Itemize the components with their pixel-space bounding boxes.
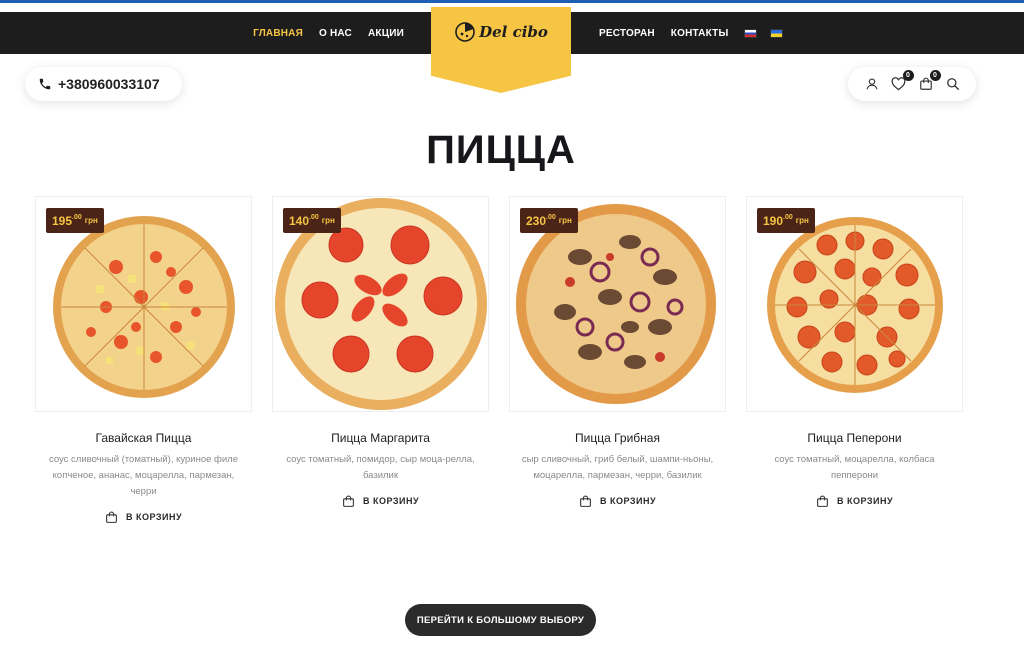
price-badge: 195.00 грн bbox=[46, 208, 104, 233]
account-button[interactable] bbox=[864, 76, 880, 92]
phone-number: +380960033107 bbox=[58, 76, 160, 92]
product-card: 140.00 грн Пицца Маргарита соус томатный,… bbox=[272, 196, 489, 509]
phone-contact[interactable]: +380960033107 bbox=[25, 67, 182, 101]
product-name[interactable]: Пицца Грибная bbox=[509, 431, 726, 445]
nav-link-restaurant[interactable]: РЕСТОРАН bbox=[599, 28, 655, 39]
shopping-bag-icon bbox=[343, 495, 354, 507]
page-title: ПИЦЦА bbox=[426, 128, 576, 172]
language-ua-flag-icon[interactable] bbox=[770, 28, 784, 38]
product-card: 195.00 грн Гавайская Пицца соус сливочный… bbox=[35, 196, 252, 525]
cart-button[interactable]: 0 bbox=[918, 70, 941, 92]
add-to-cart-button[interactable]: В КОРЗИНУ bbox=[272, 493, 489, 509]
top-accent-line bbox=[0, 0, 1024, 3]
user-icon bbox=[865, 78, 878, 90]
product-card: 190.00 грн Пицца Пеперони соус томатный, … bbox=[746, 196, 963, 509]
language-ru-flag-icon[interactable] bbox=[744, 28, 758, 38]
logo-text: Del cibo bbox=[479, 23, 548, 41]
price-badge: 190.00 грн bbox=[757, 208, 815, 233]
shopping-bag-icon bbox=[580, 495, 591, 507]
wishlist-button[interactable]: 0 bbox=[891, 70, 914, 92]
add-to-cart-button[interactable]: В КОРЗИНУ bbox=[35, 509, 252, 525]
search-icon bbox=[946, 78, 959, 90]
nav-link-contacts[interactable]: КОНТАКТЫ bbox=[671, 28, 729, 39]
product-card: 230.00 грн Пицца Грибная сыр сливочный, г… bbox=[509, 196, 726, 509]
nav-link-promotions[interactable]: АКЦИИ bbox=[368, 28, 404, 39]
shopping-bag-icon bbox=[106, 511, 117, 523]
price-badge: 230.00 грн bbox=[520, 208, 578, 233]
nav-right-group: РЕСТОРАН КОНТАКТЫ bbox=[599, 12, 784, 54]
product-description: соус томатный, помидор, сыр моца-релла, … bbox=[286, 454, 475, 481]
add-to-cart-button[interactable]: В КОРЗИНУ bbox=[509, 493, 726, 509]
product-name[interactable]: Гавайская Пицца bbox=[35, 431, 252, 445]
product-description: соус сливочный (томатный), куриное филе … bbox=[48, 454, 239, 497]
nav-link-home[interactable]: ГЛАВНАЯ bbox=[253, 28, 303, 39]
search-button[interactable] bbox=[945, 76, 961, 92]
shopping-bag-icon bbox=[817, 495, 828, 507]
cart-count-badge: 0 bbox=[929, 70, 941, 81]
wishlist-count-badge: 0 bbox=[902, 70, 914, 81]
product-description: соус томатный, моцарелла, колбаса пеппер… bbox=[774, 454, 935, 481]
add-to-cart-button[interactable]: В КОРЗИНУ bbox=[746, 493, 963, 509]
product-grid: 195.00 грн Гавайская Пицца соус сливочный… bbox=[35, 196, 965, 536]
phone-icon bbox=[39, 78, 51, 90]
view-more-button[interactable]: ПЕРЕЙТИ К БОЛЬШОМУ ВЫБОРУ bbox=[405, 604, 596, 636]
product-image[interactable]: 230.00 грн bbox=[509, 196, 726, 412]
nav-link-about[interactable]: О НАС bbox=[319, 28, 352, 39]
product-image[interactable]: 190.00 грн bbox=[746, 196, 963, 412]
nav-left-group: ГЛАВНАЯ О НАС АКЦИИ bbox=[253, 12, 404, 54]
price-badge: 140.00 грн bbox=[283, 208, 341, 233]
header-actions: 0 0 bbox=[848, 67, 976, 101]
product-image[interactable]: 195.00 грн bbox=[35, 196, 252, 412]
product-name[interactable]: Пицца Маргарита bbox=[272, 431, 489, 445]
product-description: сыр сливочный, гриб белый, шампи-ньоны, … bbox=[521, 454, 714, 481]
product-image[interactable]: 140.00 грн bbox=[272, 196, 489, 412]
pizza-slice-logo-icon bbox=[455, 22, 475, 42]
site-logo[interactable]: Del cibo bbox=[431, 7, 571, 93]
product-name[interactable]: Пицца Пеперони bbox=[746, 431, 963, 445]
